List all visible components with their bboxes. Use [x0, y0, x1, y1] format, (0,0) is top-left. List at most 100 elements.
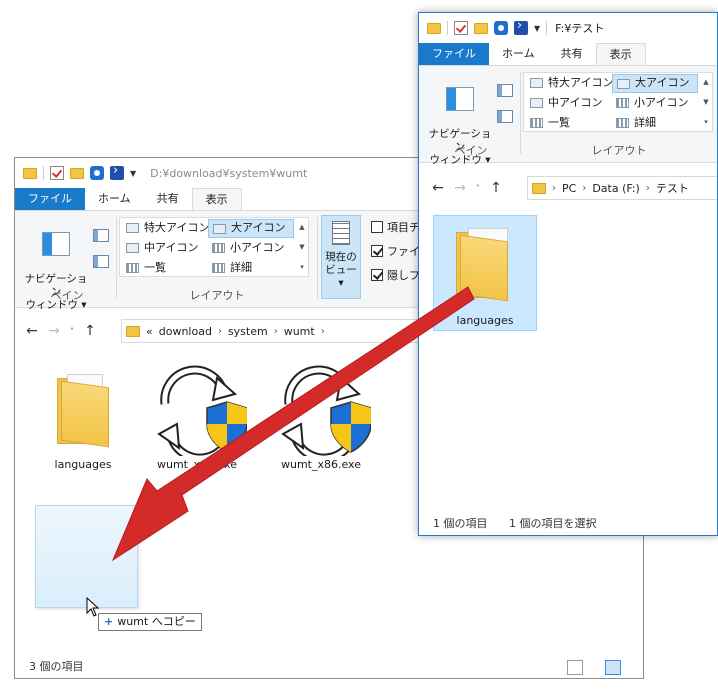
forward-arrow-icon[interactable]: → — [449, 180, 471, 196]
chevron-down-icon[interactable]: ▼ — [296, 238, 308, 256]
layout-small-icons[interactable]: 小アイコン — [612, 94, 698, 113]
breadcrumb-test[interactable]: テスト — [656, 180, 689, 196]
chevron-up-icon[interactable]: ▲ — [700, 73, 712, 91]
settings-icon[interactable] — [494, 21, 508, 35]
current-view-label: 現在の ビュー ▾ — [325, 251, 357, 289]
copy-tooltip: + wumt へコピー — [98, 613, 202, 631]
chevron-right-icon[interactable]: › — [218, 326, 222, 337]
chevron-right-icon[interactable]: › — [552, 183, 556, 194]
chevron-right-icon[interactable]: › — [321, 326, 325, 337]
file-item-wumt-x64[interactable]: wumt_x64.exe — [147, 364, 248, 471]
mouse-pointer-icon — [86, 597, 100, 617]
address-bar[interactable]: › PC › Data (F:) › テスト — [527, 176, 717, 200]
layout-extra-large-icons[interactable]: 特大アイコン — [526, 74, 614, 93]
layout-label: 一覧 — [548, 116, 570, 129]
layout-gallery: 特大アイコン 大アイコン 中アイコン 小アイコン 一覧 詳細 ▲ ▼ ▾ — [119, 217, 309, 277]
layout-details[interactable]: 詳細 — [208, 259, 294, 278]
layout-details[interactable]: 詳細 — [612, 114, 698, 133]
group-label-pane: ペイン — [50, 289, 84, 302]
file-list: languages — [419, 213, 717, 513]
medium-icons-icon — [530, 98, 543, 108]
chevron-right-icon[interactable]: › — [646, 183, 650, 194]
breadcrumb-pc[interactable]: PC — [562, 182, 576, 195]
tab-file[interactable]: ファイル — [15, 188, 85, 210]
chevron-down-icon[interactable]: ▼ — [700, 93, 712, 111]
layout-small-icons[interactable]: 小アイコン — [208, 239, 294, 258]
properties-icon[interactable] — [454, 21, 468, 35]
tab-share[interactable]: 共有 — [548, 43, 596, 65]
expand-gallery-icon[interactable]: ▾ — [700, 113, 712, 131]
details-icon — [616, 118, 629, 128]
powershell-icon[interactable] — [110, 163, 124, 180]
tab-home[interactable]: ホーム — [489, 43, 548, 65]
extra-large-icons-icon — [126, 223, 139, 233]
layout-label: 大アイコン — [231, 221, 286, 234]
chevron-right-icon[interactable]: › — [274, 326, 278, 337]
tab-file[interactable]: ファイル — [419, 43, 489, 65]
chevron-down-icon[interactable]: ▼ — [130, 169, 136, 178]
details-pane-icon[interactable] — [93, 255, 109, 268]
file-item-languages[interactable]: languages — [33, 364, 133, 471]
layout-list[interactable]: 一覧 — [122, 259, 206, 278]
layout-extra-large-icons[interactable]: 特大アイコン — [122, 219, 210, 238]
file-name: wumt_x64.exe — [156, 458, 237, 471]
new-folder-icon[interactable] — [70, 167, 84, 179]
navigation-pane-icon — [446, 87, 474, 111]
preview-pane-icon[interactable] — [93, 229, 109, 242]
list-icon — [126, 263, 139, 273]
layout-list[interactable]: 一覧 — [526, 114, 610, 133]
checkbox[interactable] — [371, 245, 383, 257]
large-icons-view-icon[interactable] — [605, 660, 621, 675]
chevron-down-icon[interactable]: ▼ — [534, 24, 540, 33]
checkbox[interactable] — [371, 269, 383, 281]
layout-label: 特大アイコン — [144, 221, 210, 234]
hidden-items-toggle[interactable]: 隠しフ — [371, 267, 420, 283]
chevron-right-icon[interactable]: › — [582, 183, 586, 194]
settings-icon[interactable] — [90, 166, 104, 180]
tab-share[interactable]: 共有 — [144, 188, 192, 210]
file-name: languages — [54, 458, 112, 471]
list-icon — [530, 118, 543, 128]
medium-icons-icon — [126, 243, 139, 253]
layout-large-icons[interactable]: 大アイコン — [208, 219, 294, 238]
recent-locations-icon[interactable]: ˅ — [471, 184, 485, 193]
small-icons-icon — [616, 98, 629, 108]
tab-view[interactable]: 表示 — [595, 43, 646, 65]
tab-home[interactable]: ホーム — [85, 188, 144, 210]
layout-label: 小アイコン — [230, 241, 285, 254]
new-folder-icon[interactable] — [474, 22, 488, 34]
copy-tooltip-text: wumt へコピー — [117, 615, 196, 628]
chevron-up-icon[interactable]: ▲ — [296, 218, 308, 236]
breadcrumb-overflow[interactable]: « — [146, 325, 153, 338]
expand-gallery-icon[interactable]: ▾ — [296, 258, 308, 276]
group-label-layout: レイアウト — [591, 144, 647, 157]
update-shield-icon — [157, 365, 248, 463]
current-view-button[interactable]: 現在の ビュー ▾ — [321, 215, 361, 299]
layout-label: 小アイコン — [634, 96, 689, 109]
layout-large-icons[interactable]: 大アイコン — [612, 74, 698, 93]
checkbox[interactable] — [371, 221, 383, 233]
back-arrow-icon[interactable]: ← — [427, 180, 449, 196]
large-icons-icon — [617, 79, 630, 89]
breadcrumb-download[interactable]: download — [159, 325, 212, 338]
forward-arrow-icon[interactable]: → — [43, 323, 65, 339]
details-pane-icon[interactable] — [497, 110, 513, 123]
details-view-icon[interactable] — [567, 660, 583, 675]
recent-locations-icon[interactable]: ˅ — [65, 327, 79, 336]
layout-medium-icons[interactable]: 中アイコン — [122, 239, 206, 258]
powershell-icon[interactable] — [514, 18, 528, 35]
up-arrow-icon[interactable]: ↑ — [485, 180, 507, 196]
file-item-wumt-x86[interactable]: wumt_x86.exe — [271, 364, 372, 471]
up-arrow-icon[interactable]: ↑ — [79, 323, 101, 339]
breadcrumb-wumt[interactable]: wumt — [284, 325, 315, 338]
preview-pane-icon[interactable] — [497, 84, 513, 97]
layout-medium-icons[interactable]: 中アイコン — [526, 94, 610, 113]
properties-icon[interactable] — [50, 166, 64, 180]
back-arrow-icon[interactable]: ← — [21, 323, 43, 339]
file-item-languages[interactable]: languages — [433, 215, 537, 331]
layout-label: 特大アイコン — [548, 76, 614, 89]
item-checkboxes-toggle[interactable]: 項目チ — [371, 219, 420, 235]
breadcrumb-system[interactable]: system — [228, 325, 268, 338]
tab-view[interactable]: 表示 — [191, 188, 242, 210]
breadcrumb-drive[interactable]: Data (F:) — [592, 182, 640, 195]
